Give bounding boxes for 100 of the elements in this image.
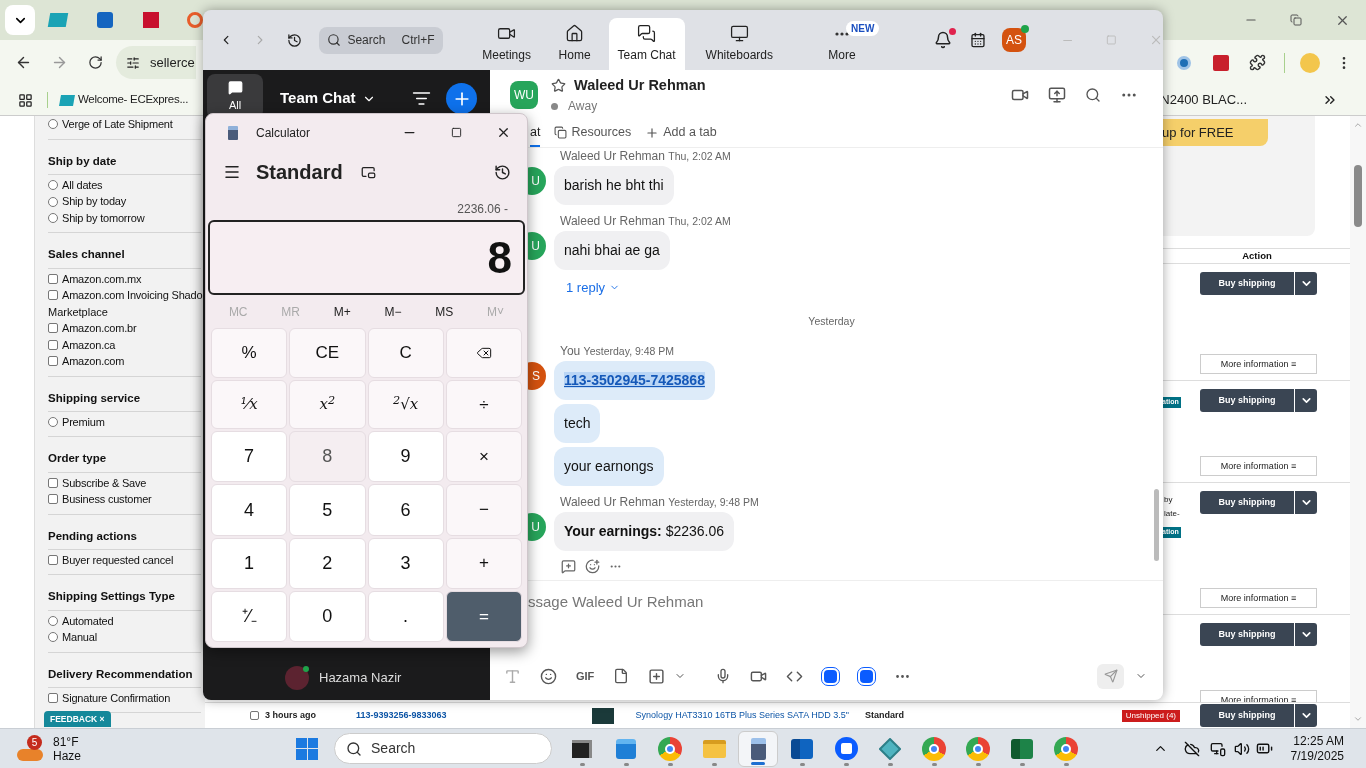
filter-option[interactable]: Amazon.com — [62, 353, 125, 370]
mode-title: Standard — [256, 160, 343, 185]
shipping-service: Standard — [864, 708, 904, 722]
filter-heading: Shipping Settings Type — [48, 589, 175, 605]
filter-option[interactable]: All dates — [62, 176, 103, 194]
order-link[interactable]: 113-3502945-7425868 — [564, 372, 705, 389]
calculator-key[interactable]: 1 — [211, 537, 288, 589]
chat-tab[interactable]: at — [530, 120, 541, 147]
memory-button[interactable]: M− — [384, 302, 402, 321]
signup-banner[interactable]: up for FREE — [1160, 119, 1268, 146]
contact-item[interactable]: Hazama Nazir — [267, 662, 490, 694]
filter-option[interactable]: Buyer requested cancel — [62, 551, 174, 569]
filter-option[interactable]: Automated — [62, 612, 114, 629]
replies-link[interactable]: 1 reply — [554, 278, 621, 298]
calculator-key[interactable]: 9 — [367, 431, 444, 483]
order-age: 3 hours ago — [265, 708, 316, 722]
calculator-key[interactable]: ÷ — [445, 379, 522, 430]
product-title[interactable]: Synology HAT3310 16TB Plus Series SATA HDD 3.5" — [635, 708, 849, 723]
feedback-button[interactable]: FEEDBACK × — [44, 711, 111, 727]
calculator-key[interactable]: 8 — [289, 431, 366, 483]
message-time: Thu, 2:02 AM — [668, 150, 731, 162]
more-information-button[interactable]: More information ≡ — [1200, 690, 1317, 702]
search-field[interactable]: Search Ctrl+F — [319, 26, 443, 54]
presence-status: Away — [568, 98, 598, 116]
more-information-button[interactable]: More information ≡ — [1200, 456, 1317, 477]
calculator-key[interactable]: × — [445, 431, 522, 483]
clock-time[interactable]: 12:25 AM — [1293, 733, 1344, 749]
order-id-link[interactable]: 113-9393256-9833063 — [356, 708, 447, 723]
more-information-button[interactable]: More information ≡ — [1200, 354, 1317, 375]
message-bubble: Your earnings: $2236.06 — [554, 512, 735, 552]
window-title: Calculator — [256, 124, 311, 142]
message-bubble: tech — [554, 404, 601, 444]
sender-name: Waleed Ur Rehman — [560, 495, 665, 510]
buy-shipping-button[interactable]: Buy shipping — [1200, 491, 1317, 515]
calculator-key[interactable]: C — [367, 328, 444, 378]
message-bubble: nahi bhai ae ga — [554, 231, 670, 270]
calculator-key[interactable]: − — [445, 484, 522, 536]
calculator-key[interactable]: ¹⁄x — [211, 379, 288, 430]
temperature[interactable]: 81°F — [53, 734, 81, 749]
sender-name: You — [560, 344, 581, 359]
contact-name: Waleed Ur Rehman — [574, 75, 706, 95]
status-badge: Unshipped (4) — [1121, 709, 1180, 722]
search-field[interactable]: Search — [334, 733, 552, 764]
filter-option[interactable]: Marketplace — [48, 303, 108, 320]
calculator-key[interactable]: 7 — [211, 431, 288, 483]
panel-title[interactable]: Team Chat — [280, 87, 356, 110]
memory-button[interactable]: M+ — [333, 302, 351, 321]
address-bar[interactable]: sellerce — [116, 46, 196, 79]
calculator-key[interactable]: = — [445, 590, 522, 642]
nav-tab[interactable]: Home — [540, 18, 609, 70]
weather-condition[interactable]: Haze — [53, 748, 81, 763]
buy-shipping-button[interactable]: Buy shipping — [1200, 272, 1317, 296]
clock-date[interactable]: 7/19/2025 — [1290, 748, 1344, 764]
date-divider: Yesterday — [808, 313, 855, 329]
bookmark[interactable]: Welcome- ECExpres... — [60, 91, 189, 109]
nav-tab[interactable]: Meetings — [472, 18, 541, 70]
nav-tab[interactable]: Whiteboards — [696, 18, 782, 70]
filter-option[interactable]: Subscribe & Save — [62, 474, 147, 491]
sender-name: Waleed Ur Rehman — [560, 149, 665, 163]
memory-button[interactable]: MS — [435, 302, 454, 321]
filter-option[interactable]: Amazon.ca — [62, 336, 116, 353]
filter-option[interactable]: Ship by today — [62, 193, 127, 210]
calculator-key[interactable]: ⁺⁄₋ — [211, 590, 288, 642]
chat-tab[interactable]: Add a tab — [645, 120, 717, 147]
calculator-key[interactable]: + — [445, 537, 522, 589]
filter-option[interactable]: Amazon.com.br — [62, 320, 137, 337]
calculator-key[interactable]: $^{2}$√x — [367, 379, 444, 430]
buy-shipping-button[interactable]: Buy shipping — [1200, 389, 1317, 413]
filter-option[interactable]: Ship by tomorrow — [62, 209, 145, 227]
filter-heading: Sales channel — [48, 247, 125, 263]
buy-shipping-button[interactable]: Buy shipping — [1200, 623, 1317, 647]
more-information-button[interactable]: More information ≡ — [1200, 588, 1317, 609]
calculator-key[interactable]: x$^{2}$ — [289, 379, 366, 430]
filter-option[interactable]: Verge of Late Shipment — [62, 116, 173, 133]
calculator-key[interactable]: 2 — [289, 537, 366, 589]
calculator-key[interactable]: 0 — [289, 590, 366, 642]
calculator-key[interactable]: 6 — [367, 484, 444, 536]
chat-tab[interactable]: Resources — [554, 120, 632, 147]
filter-option[interactable]: Premium — [62, 413, 105, 431]
nav-tab[interactable]: Team Chat — [608, 18, 685, 70]
filter-option[interactable]: Signature Confirmation — [62, 689, 171, 707]
user-avatar[interactable]: AS — [1001, 28, 1026, 52]
calculator-key[interactable]: 3 — [367, 537, 444, 589]
filter-heading: Shipping service — [48, 390, 141, 406]
message-input[interactable]: ssage Waleed Ur Rehman — [528, 581, 1143, 621]
display: 8 — [208, 220, 525, 295]
filter-option[interactable]: Amazon.com Invoicing Shado — [62, 287, 203, 304]
calculator-key[interactable]: % — [211, 328, 288, 378]
calculator-key[interactable]: 4 — [211, 484, 288, 536]
message-time: Yesterday, 9:48 PM — [583, 345, 675, 358]
calculator-key[interactable]: CE — [289, 328, 366, 378]
note-text: late- — [1163, 508, 1180, 521]
filter-option[interactable]: Manual — [62, 629, 97, 646]
notification-badge: 5 — [27, 734, 42, 750]
calculator-key[interactable]: 5 — [289, 484, 366, 536]
filter-option[interactable]: Amazon.com.mx — [62, 270, 142, 287]
calculator-key[interactable]: . — [367, 590, 444, 642]
buy-shipping-button[interactable]: Buy shipping — [1200, 704, 1317, 727]
filter-option[interactable]: Business customer — [62, 491, 152, 508]
gif-button[interactable]: GIF — [576, 667, 595, 685]
